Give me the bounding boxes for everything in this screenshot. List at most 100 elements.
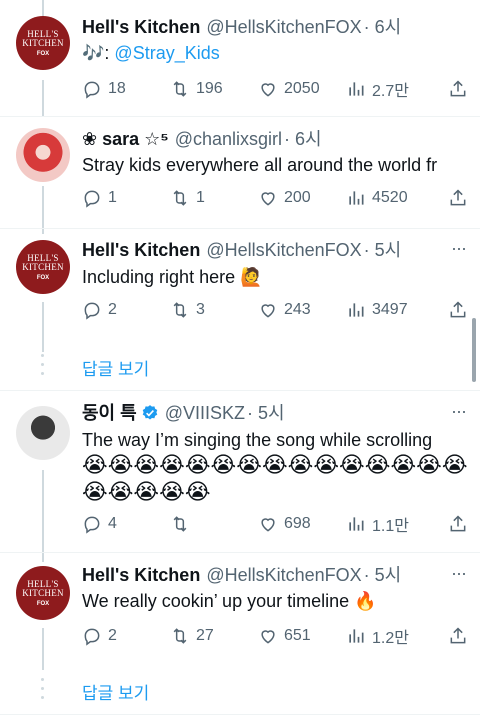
timestamp[interactable]: · 5시 (364, 239, 402, 261)
divider (0, 390, 480, 391)
logo-text: FOX (36, 50, 50, 57)
like-icon (261, 83, 275, 97)
avatar[interactable]: HELL'S KITCHEN FOX (16, 566, 70, 620)
show-replies-link[interactable]: 답글 보기 (82, 679, 149, 704)
tweet-text: Stray kids everywhere all around the wor… (82, 155, 438, 175)
like-icon (261, 192, 275, 206)
reply-icon (84, 190, 100, 208)
divider (0, 228, 480, 229)
like-icon (261, 304, 275, 318)
show-replies-link[interactable]: 답글 보기 (82, 355, 149, 380)
avatar[interactable] (16, 128, 70, 182)
views-button[interactable]: 1.2만 (346, 624, 438, 648)
views-icon (349, 629, 364, 643)
reply-count: 2 (108, 627, 117, 644)
reply-icon (84, 81, 100, 99)
reply-button[interactable]: 4 (82, 514, 170, 534)
timestamp[interactable]: · 5시 (247, 402, 285, 424)
display-name[interactable]: ❀ sara ☆⁵ (82, 128, 169, 150)
divider (0, 552, 480, 553)
share-button[interactable] (448, 300, 468, 320)
reply-button[interactable]: 2 (82, 300, 170, 320)
tweet-text-prefix: 🎶: (82, 43, 115, 63)
share-icon (450, 515, 466, 532)
more-icon[interactable]: ··· (451, 401, 467, 422)
logo-text: KITCHEN (22, 261, 64, 272)
reply-count: 2 (108, 301, 117, 318)
divider (0, 116, 480, 117)
timestamp[interactable]: · 5시 (364, 564, 402, 586)
views-icon (349, 82, 364, 96)
reply-button[interactable]: 2 (82, 626, 170, 646)
avatar[interactable] (16, 406, 70, 460)
retweet-icon (173, 516, 187, 532)
views-button[interactable]: 3497 (346, 300, 438, 320)
retweet-icon (173, 628, 187, 644)
verified-icon (141, 404, 159, 422)
reply-icon (84, 516, 100, 534)
share-button[interactable] (448, 514, 468, 534)
retweet-button[interactable]: 196 (170, 79, 258, 99)
thread-dots (41, 354, 45, 375)
tweet-text: The way I’m singing the song while scrol… (82, 430, 433, 450)
tweet-text: Including right here 🙋 (82, 267, 263, 287)
retweet-button[interactable]: 1 (170, 188, 258, 208)
views-icon (349, 517, 364, 531)
more-icon[interactable]: ··· (451, 238, 467, 259)
like-button[interactable]: 200 (258, 188, 346, 208)
views-button[interactable]: 2.7만 (346, 77, 438, 101)
share-icon (450, 301, 466, 318)
retweet-button[interactable]: 27 (170, 626, 258, 646)
share-icon (450, 189, 466, 206)
scrollbar[interactable] (472, 318, 476, 382)
display-name[interactable]: 동이 특 (82, 402, 137, 424)
retweet-count: 196 (196, 80, 223, 97)
thread-line (42, 80, 44, 116)
views-button[interactable]: 1.1만 (346, 512, 438, 536)
retweet-count: 3 (196, 301, 205, 318)
more-icon[interactable]: ··· (451, 563, 467, 584)
avatar[interactable]: HELL'S KITCHEN FOX (16, 16, 70, 70)
views-count: 1.1만 (372, 518, 409, 535)
like-button[interactable]: 698 (258, 514, 346, 534)
reply-button[interactable]: 18 (82, 79, 170, 99)
like-count: 651 (284, 627, 311, 644)
retweet-button[interactable]: 3 (170, 300, 258, 320)
thread-line (42, 470, 44, 562)
thread-line (42, 628, 44, 670)
handle[interactable]: @HellsKitchenFOX (206, 239, 361, 261)
handle[interactable]: @HellsKitchenFOX (206, 16, 361, 38)
like-icon (261, 518, 275, 532)
handle[interactable]: @HellsKitchenFOX (206, 564, 361, 586)
like-button[interactable]: 651 (258, 626, 346, 646)
like-count: 243 (284, 301, 311, 318)
reply-icon (84, 302, 100, 320)
share-button[interactable] (448, 626, 468, 646)
views-count: 4520 (372, 189, 408, 206)
display-name[interactable]: Hell's Kitchen (82, 564, 200, 586)
handle[interactable]: @VIIISKZ (165, 402, 245, 424)
tweet-text: 🎶: @Stray_Kids (82, 40, 468, 66)
avatar[interactable]: HELL'S KITCHEN FOX (16, 240, 70, 294)
reply-button[interactable]: 1 (82, 188, 170, 208)
display-name[interactable]: Hell's Kitchen (82, 239, 200, 261)
retweet-count: 1 (196, 189, 205, 206)
timestamp[interactable]: · 6시 (284, 128, 322, 150)
mention-link[interactable]: @Stray_Kids (114, 43, 219, 63)
views-button[interactable]: 4520 (346, 188, 438, 208)
divider (0, 714, 480, 715)
share-button[interactable] (448, 79, 468, 99)
share-button[interactable] (448, 188, 468, 208)
views-count: 2.7만 (372, 83, 409, 100)
reply-icon (84, 628, 100, 646)
like-button[interactable]: 2050 (258, 79, 346, 99)
views-count: 1.2만 (372, 630, 409, 647)
like-button[interactable]: 243 (258, 300, 346, 320)
handle[interactable]: @chanlixsgirl (175, 128, 282, 150)
timestamp[interactable]: · 6시 (364, 16, 402, 38)
tweet-emojis: 😭😭😭😭😭😭😭😭😭😭😭😭😭😭😭😭😭😭😭😭 (82, 452, 468, 504)
logo-text: FOX (36, 600, 50, 607)
retweet-button[interactable] (170, 514, 258, 534)
thread-line (42, 302, 44, 352)
display-name[interactable]: Hell's Kitchen (82, 16, 200, 38)
